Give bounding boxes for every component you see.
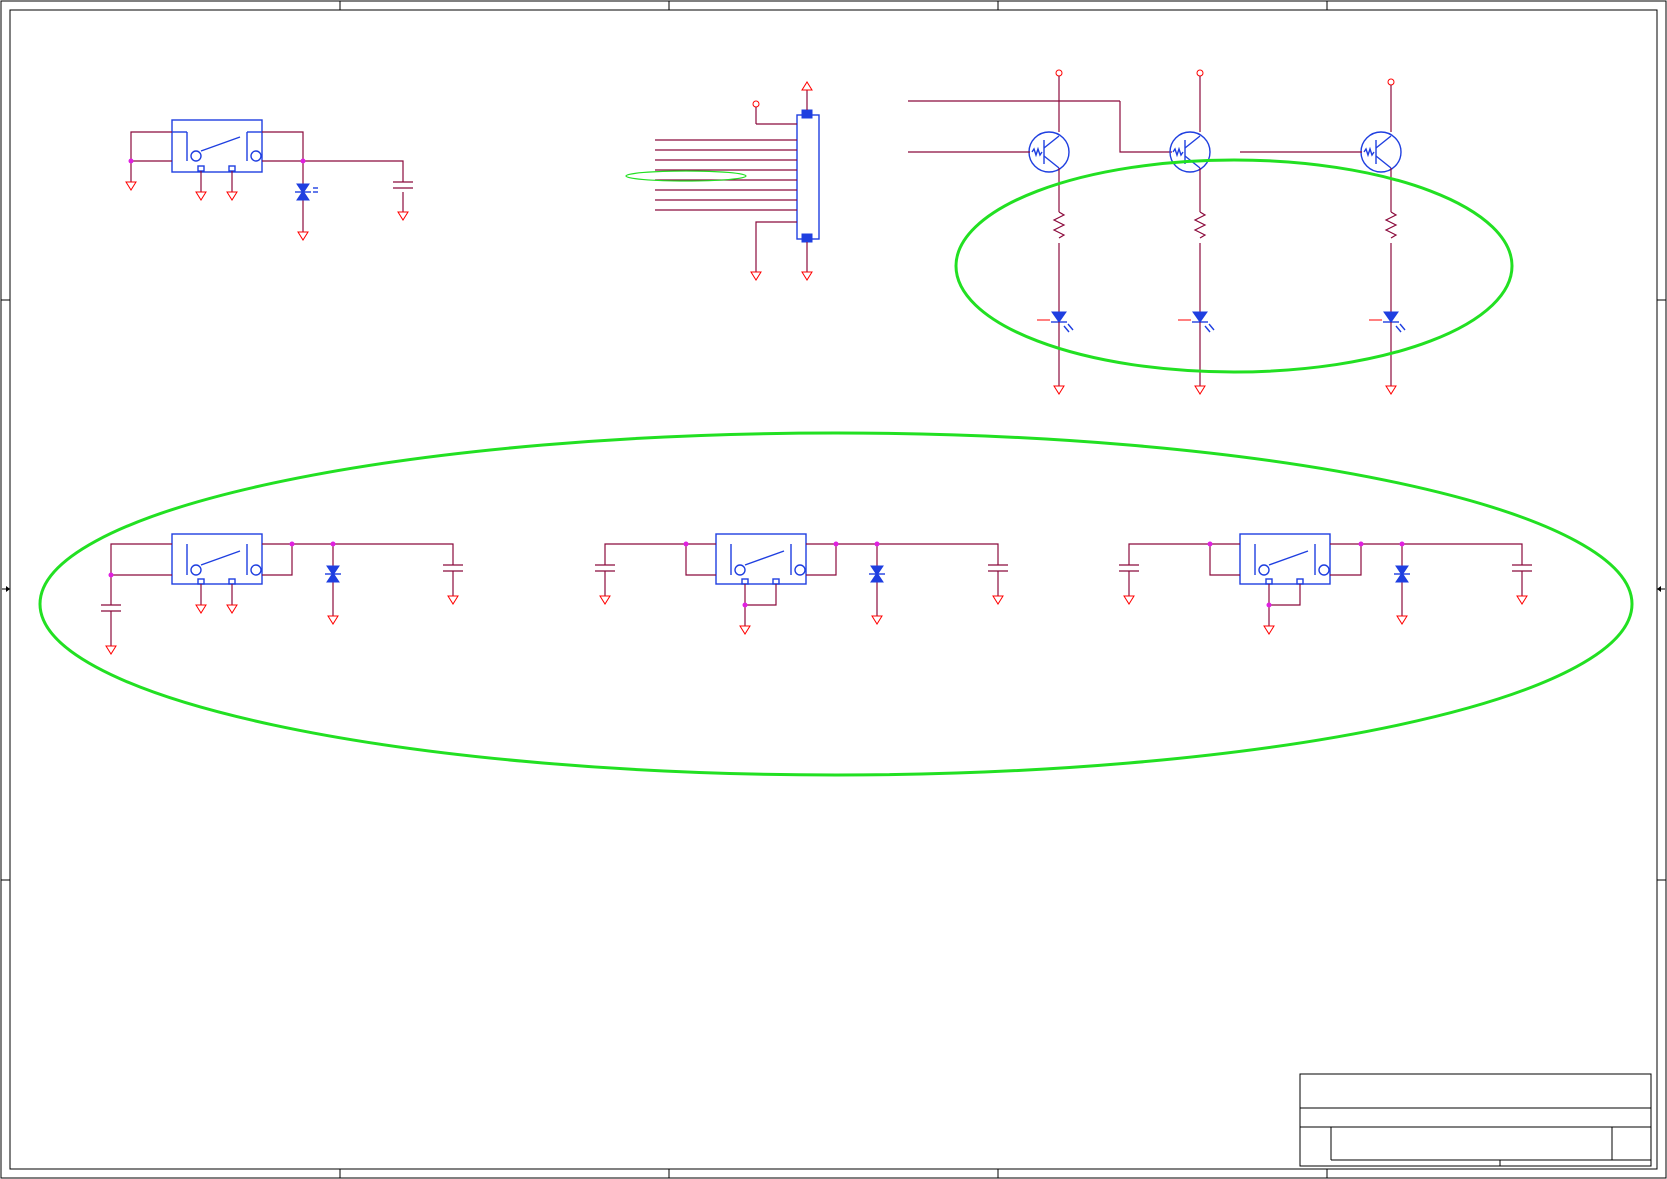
led-driver-1	[908, 69, 1172, 395]
led-driver-2	[1169, 69, 1215, 395]
schematic-canvas	[0, 0, 1667, 1179]
connector-circuit	[625, 81, 820, 281]
bottom-switches-highlight	[38, 431, 1634, 777]
title-block	[1299, 1073, 1652, 1167]
top-switch-circuit	[125, 119, 413, 241]
led-driver-highlight	[954, 158, 1514, 374]
bottom-switch-2	[595, 533, 1008, 635]
bottom-switch-3	[1119, 533, 1532, 635]
led-driver-3	[1240, 78, 1406, 395]
sheet-frame	[0, 0, 1667, 1179]
bottom-switch-1	[101, 533, 463, 655]
